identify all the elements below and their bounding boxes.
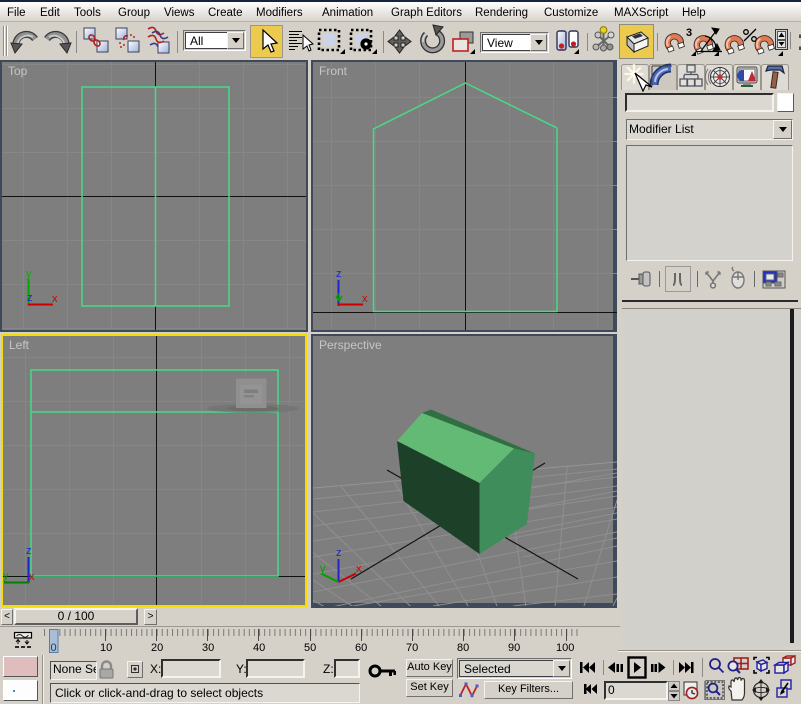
svg-text:20: 20 bbox=[151, 642, 163, 653]
svg-text:40: 40 bbox=[253, 642, 265, 653]
svg-text:90: 90 bbox=[508, 642, 520, 653]
svg-text:y: y bbox=[26, 268, 32, 280]
svg-text:y: y bbox=[3, 570, 9, 582]
svg-text:80: 80 bbox=[457, 642, 469, 653]
svg-text:z: z bbox=[336, 268, 342, 280]
svg-text:y: y bbox=[320, 563, 326, 575]
svg-text:z: z bbox=[26, 545, 32, 557]
svg-text:x: x bbox=[29, 571, 35, 583]
svg-text:0: 0 bbox=[51, 642, 57, 653]
svg-text:60: 60 bbox=[355, 642, 367, 653]
svg-text:3: 3 bbox=[686, 27, 692, 39]
svg-text:z: z bbox=[336, 547, 342, 559]
svg-text:x: x bbox=[362, 293, 368, 305]
svg-text:30: 30 bbox=[202, 642, 214, 653]
svg-text:100: 100 bbox=[556, 642, 574, 653]
svg-text:x: x bbox=[356, 563, 362, 575]
svg-text:70: 70 bbox=[406, 642, 418, 653]
svg-text:x: x bbox=[52, 293, 58, 305]
svg-text:50: 50 bbox=[304, 642, 316, 653]
svg-text:z: z bbox=[27, 292, 33, 304]
svg-text:10: 10 bbox=[100, 642, 112, 653]
